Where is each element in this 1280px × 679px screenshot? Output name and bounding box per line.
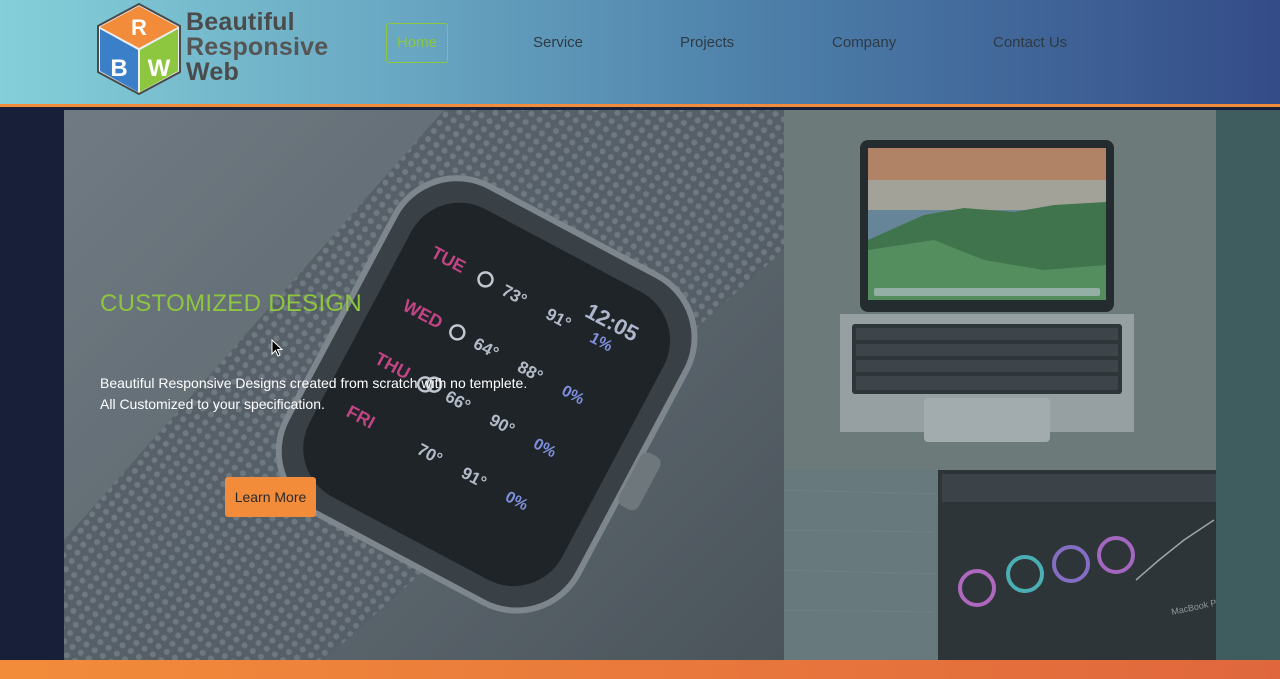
nav-contact-us[interactable]: Contact Us — [993, 23, 1067, 63]
nav-home[interactable]: Home — [386, 23, 449, 63]
nav-company[interactable]: Company — [832, 23, 896, 63]
hero-desc-line-2: All Customized to your specification. — [100, 396, 325, 412]
hero-desc-line-1: Beautiful Responsive Designs created fro… — [100, 375, 528, 391]
laptop-tile — [784, 110, 1216, 470]
footer-accent-bar — [0, 660, 1280, 679]
mouse-cursor-icon — [271, 339, 283, 357]
site-header: R B W Beautiful Responsive Web Home Serv… — [0, 0, 1280, 107]
nav-service[interactable]: Service — [533, 23, 583, 63]
learn-more-button[interactable]: Learn More — [225, 477, 316, 517]
nav-projects[interactable]: Projects — [680, 23, 734, 63]
hero-description: Beautiful Responsive Designs created fro… — [100, 373, 527, 415]
color-grading-image: MacBook Pro — [784, 470, 1216, 660]
hero-title: CUSTOMIZED DESIGN — [100, 290, 363, 317]
editor-tile: MacBook Pro — [784, 470, 1216, 660]
laptop-image — [784, 110, 1216, 470]
logo-line-3: Web — [186, 58, 239, 86]
left-margin — [0, 110, 64, 660]
right-margin — [1216, 110, 1280, 660]
main-nav: Home Service Projects Company Contact Us — [0, 23, 1280, 63]
hero-section: 12:05 TUE 73° 91° 1% WED 64° 88° 0% THU … — [0, 110, 1280, 660]
hero-slide: 12:05 TUE 73° 91° 1% WED 64° 88° 0% THU … — [64, 110, 784, 660]
